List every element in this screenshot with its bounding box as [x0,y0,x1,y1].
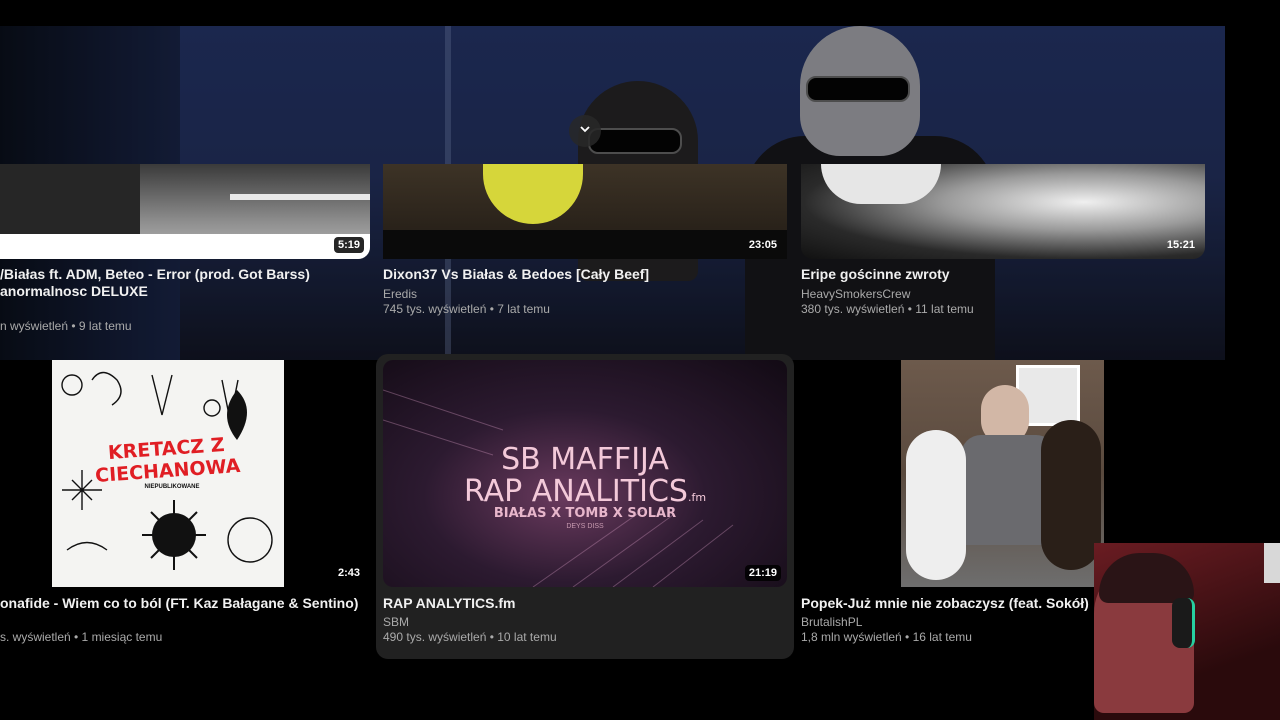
thumb-title-1: SB MAFFIJA [501,442,669,477]
expand-button[interactable] [569,115,601,147]
video-duration: 21:19 [744,565,781,581]
webcam-overlay [1094,543,1280,720]
video-meta: 490 tys. wyświetleń • 10 lat temu [383,630,557,644]
channel-name[interactable]: Eredis [383,287,417,301]
thumb-title-3: BIAŁAS X TOMB X SOLAR [493,506,677,521]
video-title[interactable]: Dixon37 Vs Białas & Bedoes [Cały Beef] [383,266,649,283]
channel-name[interactable]: SBM [383,615,409,629]
video-title[interactable]: onafide - Wiem co to ból (FT. Kaz Bałaga… [0,595,358,612]
channel-name[interactable]: HeavySmokersCrew [801,287,910,301]
video-thumbnail[interactable]: 23:05 [383,164,787,259]
video-meta: s. wyświetleń • 1 miesiąc temu [0,630,163,644]
video-title-line2[interactable]: anormalnosc DELUXE [0,283,148,300]
album-cover: KRETACZ Z CIECHANOWA NIEPUBLIKOWANE [52,360,284,587]
video-card-2[interactable]: 23:05 Dixon37 Vs Białas & Bedoes [Cały B… [383,164,788,344]
video-card-4[interactable]: KRETACZ Z CIECHANOWA NIEPUBLIKOWANE 2:43… [0,360,372,650]
video-meta: 745 tys. wyświetleń • 7 lat temu [383,302,550,316]
video-title[interactable]: RAP ANALYTICS.fm [383,595,516,612]
video-meta: 1,8 mln wyświetleń • 16 lat temu [801,630,972,644]
thumb-title-2-suffix: .fm [687,491,707,504]
video-duration: 15:21 [1166,239,1195,251]
channel-name[interactable]: BrutalishPL [801,615,862,629]
video-meta: 380 tys. wyświetleń • 11 lat temu [801,302,974,316]
video-meta: n wyświetleń • 9 lat temu [0,319,132,333]
video-thumbnail[interactable]: 5:19 [0,164,370,259]
thumb-title-2-main: RAP ANALITICS [463,474,688,509]
chevron-down-icon [578,122,592,141]
video-title[interactable]: Popek-Już mnie nie zobaczysz (feat. Sokó… [801,595,1089,612]
video-thumbnail[interactable]: SB MAFFIJA RAP ANALITICS.fm BIAŁAS X TOM… [383,360,787,587]
video-duration: 23:05 [748,239,777,251]
video-title[interactable]: Eripe gościnne zwroty [801,266,950,283]
album-subtitle: NIEPUBLIKOWANE [144,484,200,490]
thumb-title-4: DEYS DISS [566,523,604,530]
video-card-5[interactable]: SB MAFFIJA RAP ANALITICS.fm BIAŁAS X TOM… [376,354,794,659]
thumb-photo [901,360,1104,587]
video-thumbnail[interactable]: KRETACZ Z CIECHANOWA NIEPUBLIKOWANE 2:43 [0,360,370,587]
video-card-3[interactable]: 15:21 Eripe gościnne zwroty HeavySmokers… [801,164,1206,344]
video-duration: 2:43 [337,567,360,579]
video-duration: 5:19 [333,237,364,253]
video-title[interactable]: /Białas ft. ADM, Beteo - Error (prod. Go… [0,266,310,283]
thumb-title-2: RAP ANALITICS.fm [383,474,787,509]
video-thumbnail[interactable]: 15:21 [801,164,1205,259]
video-card-1[interactable]: 5:19 /Białas ft. ADM, Beteo - Error (pro… [0,164,372,344]
